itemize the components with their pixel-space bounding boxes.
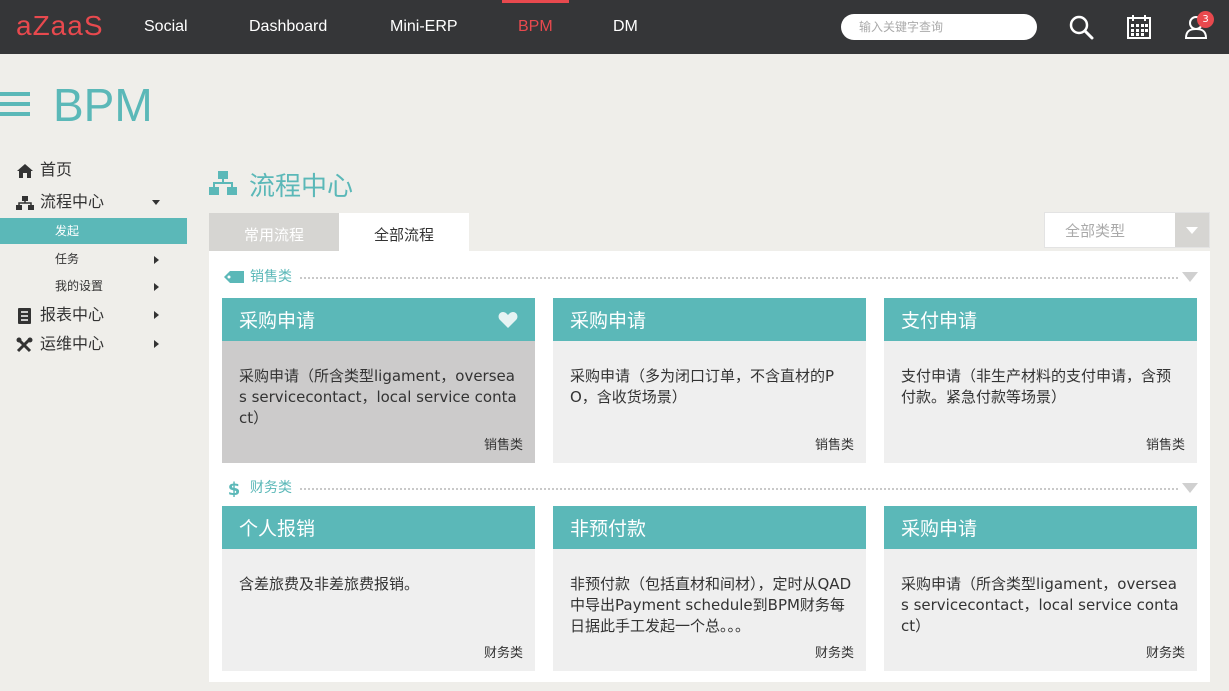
card-body: 采购申请（所含类型ligament，overseas servicecontac… <box>884 549 1197 671</box>
category-header-sales[interactable]: 销售类 <box>222 268 1198 288</box>
nav-dashboard[interactable]: Dashboard <box>249 0 327 54</box>
search-icon[interactable] <box>1068 14 1094 40</box>
process-card[interactable]: 个人报销 含差旅费及非差旅费报销。 财务类 <box>222 506 535 671</box>
card-description: 含差旅费及非差旅费报销。 <box>239 575 420 593</box>
type-select-value: 全部类型 <box>1065 222 1126 240</box>
menu-toggle-icon[interactable] <box>0 92 30 116</box>
chevron-right-icon <box>154 340 159 348</box>
sidebar-item-label: 运维中心 <box>40 334 105 353</box>
tab-all-processes[interactable]: 全部流程 <box>339 213 469 251</box>
process-card[interactable]: 采购申请 采购申请（所含类型ligament，overseas servicec… <box>222 298 535 463</box>
card-title: 非预付款 <box>553 506 866 549</box>
card-category: 财务类 <box>1145 646 1185 661</box>
tab-common-processes[interactable]: 常用流程 <box>209 213 339 251</box>
card-description: 采购申请（所含类型ligament，overseas servicecontac… <box>239 367 517 427</box>
sale-tag-icon <box>224 271 244 283</box>
card-category: 财务类 <box>814 646 854 661</box>
sidebar-item-label: 报表中心 <box>40 305 105 324</box>
category-label: 财务类 <box>250 480 292 496</box>
notification-badge: 3 <box>1197 11 1214 28</box>
collapse-triangle-icon[interactable] <box>1182 483 1198 493</box>
sidebar-item-home[interactable]: 首页 <box>16 158 72 182</box>
logo[interactable]: aZaaS <box>16 10 104 42</box>
card-title: 采购申请 <box>553 298 866 341</box>
sidebar-item-ops-center[interactable]: 运维中心 <box>16 332 104 356</box>
search-input[interactable] <box>841 14 1037 40</box>
chevron-down-icon <box>152 200 160 205</box>
sidebar-item-label: 首页 <box>40 160 73 179</box>
nav-dm[interactable]: DM <box>613 0 638 54</box>
card-body: 含差旅费及非差旅费报销。 财务类 <box>222 549 535 671</box>
sidebar-item-label: 流程中心 <box>40 192 105 211</box>
card-description: 采购申请（所含类型ligament，overseas servicecontac… <box>901 575 1179 635</box>
sitemap-icon <box>16 195 34 210</box>
nav-social[interactable]: Social <box>144 0 188 54</box>
nav-mini-erp[interactable]: Mini-ERP <box>390 0 458 54</box>
nav-bpm[interactable]: BPM <box>502 0 569 54</box>
card-description: 采购申请（多为闭口订单，不含直材的PO，含收货场景） <box>570 367 835 406</box>
top-navbar: aZaaS Social Dashboard Mini-ERP BPM DM 3 <box>0 0 1229 54</box>
card-body: 非预付款（包括直材和间材），定时从QAD中导出Payment schedule到… <box>553 549 866 671</box>
card-title: 采购申请 <box>222 298 535 341</box>
card-title: 个人报销 <box>222 506 535 549</box>
home-icon <box>17 163 33 178</box>
process-card[interactable]: 支付申请 支付申请（非生产材料的支付申请，含预付款。紧急付款等场景） 销售类 <box>884 298 1197 463</box>
chevron-right-icon <box>154 283 159 291</box>
sidebar-item-process-center[interactable]: 流程中心 <box>16 190 104 214</box>
collapse-triangle-icon[interactable] <box>1182 272 1198 282</box>
section-title: 流程中心 <box>249 172 354 202</box>
favorite-heart-icon[interactable] <box>498 311 518 329</box>
report-icon <box>18 307 31 324</box>
svg-text:$: $ <box>228 479 241 497</box>
card-title: 采购申请 <box>884 506 1197 549</box>
sidebar-item-report-center[interactable]: 报表中心 <box>16 303 104 327</box>
sitemap-icon <box>209 171 237 195</box>
process-card[interactable]: 采购申请 采购申请（所含类型ligament，overseas servicec… <box>884 506 1197 671</box>
card-category: 销售类 <box>814 438 854 453</box>
divider <box>300 488 1178 490</box>
card-category: 财务类 <box>483 646 523 661</box>
card-body: 采购申请（多为闭口订单，不含直材的PO，含收货场景） 销售类 <box>553 341 866 463</box>
card-category: 销售类 <box>1145 438 1185 453</box>
chevron-right-icon <box>154 256 159 264</box>
card-category: 销售类 <box>483 438 523 453</box>
card-body: 采购申请（所含类型ligament，overseas servicecontac… <box>222 341 535 463</box>
chevron-down-icon[interactable] <box>1175 213 1209 247</box>
page-title: BPM <box>53 79 153 131</box>
card-description: 支付申请（非生产材料的支付申请，含预付款。紧急付款等场景） <box>901 367 1172 406</box>
card-body: 支付申请（非生产材料的支付申请，含预付款。紧急付款等场景） 销售类 <box>884 341 1197 463</box>
category-label: 销售类 <box>250 269 292 285</box>
category-header-finance[interactable]: $ 财务类 <box>222 479 1198 499</box>
card-title: 支付申请 <box>884 298 1197 341</box>
process-card[interactable]: 采购申请 采购申请（多为闭口订单，不含直材的PO，含收货场景） 销售类 <box>553 298 866 463</box>
card-description: 非预付款（包括直材和间材），定时从QAD中导出Payment schedule到… <box>570 575 852 635</box>
chevron-right-icon <box>154 311 159 319</box>
divider <box>300 277 1178 279</box>
type-select[interactable]: 全部类型 <box>1044 212 1210 248</box>
tools-icon <box>16 337 33 352</box>
process-card[interactable]: 非预付款 非预付款（包括直材和间材），定时从QAD中导出Payment sche… <box>553 506 866 671</box>
sidebar-sub-initiate[interactable]: 发起 <box>0 218 187 244</box>
calendar-icon[interactable] <box>1126 14 1152 40</box>
dollar-icon: $ <box>228 479 241 497</box>
